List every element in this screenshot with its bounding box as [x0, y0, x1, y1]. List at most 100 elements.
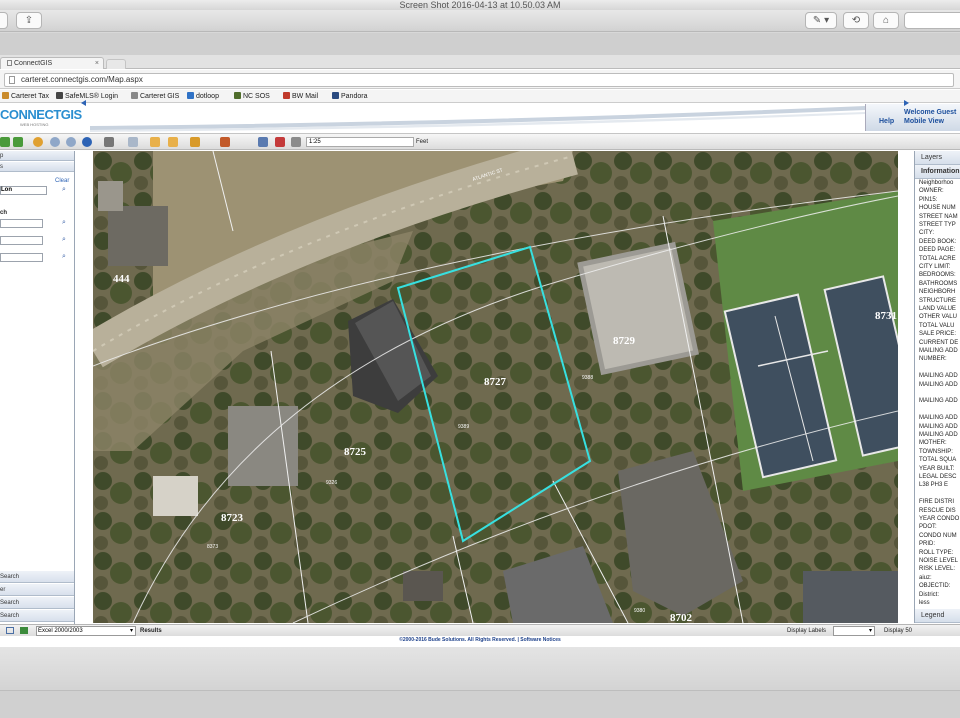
panel-item-filter[interactable]: er: [0, 584, 74, 596]
legend-header[interactable]: Legend: [915, 609, 960, 623]
ruler-icon[interactable]: [291, 137, 301, 147]
lon-input[interactable]: Lon: [0, 186, 47, 195]
panel-item-search-3[interactable]: Search: [0, 610, 74, 622]
rotate-button[interactable]: ⟲: [843, 12, 869, 29]
rotate-icon: ⟲: [851, 15, 861, 26]
info-field-label: PRID:: [919, 541, 936, 548]
zoom-out-icon[interactable]: [66, 137, 76, 147]
new-tab-button[interactable]: [106, 59, 126, 69]
parcel-tag: 9380: [634, 608, 645, 614]
preview-toolbar: ⇪ ✎ ▾ ⟲ ⌂: [0, 10, 960, 32]
information-header[interactable]: Information: [915, 165, 960, 179]
collapse-right-button[interactable]: [898, 96, 914, 110]
info-field-label: BATHROOMS: [919, 280, 958, 287]
parcel-tag: 9389: [458, 424, 469, 430]
share-button[interactable]: ⇪: [16, 12, 42, 29]
bookmark-label: Carteret Tax: [11, 93, 49, 100]
markup-button[interactable]: ✎ ▾: [805, 12, 837, 29]
display-labels-select[interactable]: ▾: [833, 626, 875, 636]
lon-label: Lon: [1, 187, 12, 193]
info-field-label: YEAR BUILT:: [919, 465, 955, 472]
sidebar-button[interactable]: [0, 12, 8, 29]
info-field-label: NOISE LEVEL: [919, 558, 959, 564]
clear-link[interactable]: Clear: [55, 178, 69, 184]
results-bar: Excel 2000/2003 ▾ Results Display Labels …: [0, 624, 960, 636]
export-format-select[interactable]: Excel 2000/2003 ▾: [36, 626, 136, 636]
info-field-label: PIN15:: [919, 196, 938, 203]
folder-icon[interactable]: [150, 137, 160, 147]
info-field-label: TOTAL VALU: [919, 322, 955, 329]
url-text: carteret.connectgis.com/Map.aspx: [21, 75, 143, 84]
bookmark-item[interactable]: NC SOS: [234, 91, 270, 102]
excel-icon[interactable]: [20, 627, 28, 634]
search-field-2[interactable]: [0, 236, 43, 245]
search-field-1[interactable]: [0, 219, 43, 228]
print-icon[interactable]: [104, 137, 114, 147]
pandora-icon: [332, 92, 339, 99]
parcel-tag: 9326: [326, 480, 337, 486]
info-field-label: MAILING ADD: [919, 423, 958, 430]
logo-subtitle: WEB HOSTING: [20, 122, 49, 127]
search-icon[interactable]: ⌕: [62, 253, 66, 261]
scale-input[interactable]: 1:25: [306, 137, 414, 147]
welcome-guest-link[interactable]: Welcome Guest: [904, 109, 956, 116]
toolbox-button[interactable]: ⌂: [873, 12, 899, 29]
bookmark-label: Carteret GIS: [140, 93, 180, 100]
info-field-label: FIRE DISTRI: [919, 499, 955, 506]
home-icon[interactable]: [33, 137, 43, 147]
bookmark-item[interactable]: BW Mail: [283, 91, 318, 102]
info-field-label: MAILING ADD: [919, 348, 958, 354]
info-field-label: Neighborhoo: [919, 180, 954, 186]
map-labels: 444 8725 8727 8729 8731 8723 8702 9389 9…: [113, 167, 897, 623]
info-icon[interactable]: [82, 137, 92, 147]
search-icon[interactable]: ⌕: [62, 236, 66, 244]
bookmark-label: Pandora: [341, 93, 368, 100]
search-icon[interactable]: ⌕: [62, 219, 66, 227]
info-field-label: LAND VALUE: [919, 306, 956, 312]
layers-header[interactable]: Layers: [915, 151, 960, 165]
preview-search-input[interactable]: [904, 12, 960, 29]
coordinate-icon[interactable]: [258, 137, 268, 147]
gmail-icon: [283, 92, 290, 99]
forward-arrow-icon[interactable]: [13, 137, 23, 147]
search-panel: p s Clear Lon ⌕ ch ⌕ ⌕ ⌕ Search er Searc…: [0, 151, 75, 622]
search-field-3[interactable]: [0, 253, 43, 262]
url-input[interactable]: carteret.connectgis.com/Map.aspx: [4, 73, 954, 87]
collapse-left-button[interactable]: [76, 96, 92, 110]
search-icon[interactable]: ⌕: [62, 186, 66, 194]
measure-icon[interactable]: [220, 137, 230, 147]
email-icon[interactable]: [128, 137, 138, 147]
save-icon[interactable]: [168, 137, 178, 147]
info-field-label: CITY:: [919, 230, 935, 237]
parcel-label: 8723: [221, 512, 244, 524]
bookmark-item[interactable]: Pandora: [332, 91, 367, 102]
parcel-tag: 8373: [207, 544, 218, 550]
copyright-text: ©2000-2016 Bude Solutions. All Rights Re…: [399, 637, 561, 643]
parcel-label: 8731: [875, 310, 897, 322]
tab-close-icon[interactable]: ×: [95, 58, 99, 69]
panel-header-map: p: [0, 151, 74, 161]
chevron-down-icon: ▾: [868, 628, 872, 634]
grid-icon[interactable]: [6, 627, 14, 634]
map-canvas[interactable]: 444 8725 8727 8729 8731 8723 8702 9389 9…: [93, 151, 898, 623]
info-field-label: MOTHER:: [919, 440, 947, 447]
panel-item-search-2[interactable]: Search: [0, 597, 74, 609]
toolbox-icon: ⌂: [882, 15, 890, 26]
bookmark-item[interactable]: Carteret Tax: [2, 91, 49, 102]
zoom-in-icon[interactable]: [50, 137, 60, 147]
info-field-label: DEED BOOK:: [919, 238, 957, 245]
screen: Screen Shot 2016-04-13 at 10.50.03 AM ⇪ …: [0, 0, 960, 718]
tab-connectgis[interactable]: ConnectGIS ×: [0, 57, 104, 69]
bookmark-item[interactable]: dotloop: [187, 91, 219, 102]
bookmark-item[interactable]: Carteret GIS: [131, 91, 179, 102]
parcel-tag: 9388: [582, 375, 593, 381]
clear-graphics-icon[interactable]: [275, 137, 285, 147]
help-link[interactable]: Help: [879, 118, 894, 125]
select-tool-icon[interactable]: [190, 137, 200, 147]
tab-bar: ConnectGIS ×: [0, 55, 960, 69]
mobile-view-link[interactable]: Mobile View: [904, 118, 944, 125]
panel-item-search-1[interactable]: Search: [0, 571, 74, 583]
back-arrow-icon[interactable]: [0, 137, 10, 147]
tab-title: ConnectGIS: [14, 60, 53, 67]
document-margin: [0, 33, 960, 55]
